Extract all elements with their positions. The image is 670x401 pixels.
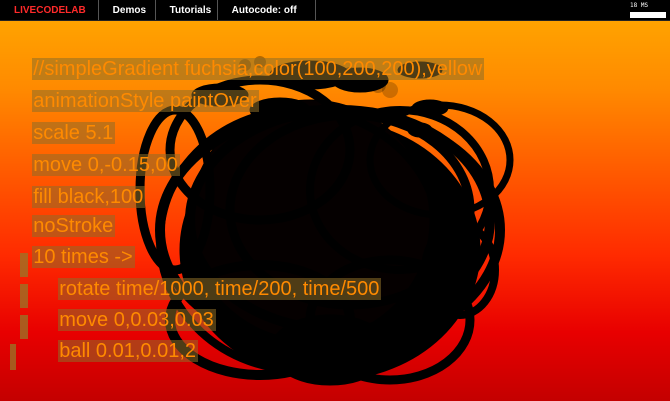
code-line[interactable]: 10 times -> [10, 221, 135, 268]
demos-menu[interactable]: Demos [99, 0, 156, 20]
indent-guide [20, 284, 28, 308]
text-cursor [10, 344, 16, 370]
code-line[interactable]: ball 0.01,0.01,2 [36, 315, 199, 362]
autocode-toggle[interactable]: Autocode: off [218, 0, 316, 20]
frame-stats-bar [630, 12, 666, 18]
code-line[interactable]: scale 5.1 [10, 97, 116, 144]
top-menu-bar: LIVECODELAB Demos Tutorials Autocode: of… [0, 0, 670, 21]
code-line-text[interactable]: ball 0.01,0.01,2 [58, 340, 199, 362]
code-line[interactable]: animationStyle paintOver [10, 65, 259, 112]
logo[interactable]: LIVECODELAB [0, 0, 99, 20]
tutorials-menu[interactable]: Tutorials [156, 0, 218, 20]
frame-stats-label: 18 MS [630, 2, 649, 9]
code-line[interactable]: move 0,0.03,0.03 [36, 284, 216, 331]
code-line[interactable]: //simpleGradient fuchsia,color(100,200,2… [10, 33, 485, 80]
code-line[interactable]: move 0,-0.15,00 [10, 129, 180, 176]
code-editor[interactable]: //simpleGradient fuchsia,color(100,200,2… [0, 20, 670, 401]
code-line[interactable]: noStroke [10, 190, 116, 237]
indent-guide [20, 253, 28, 277]
frame-stats: 18 MS [630, 0, 670, 18]
code-line[interactable]: fill black,100 [10, 161, 146, 208]
indent-guide [20, 315, 28, 339]
code-line[interactable]: rotate time/1000, time/200, time/500 [36, 253, 382, 300]
